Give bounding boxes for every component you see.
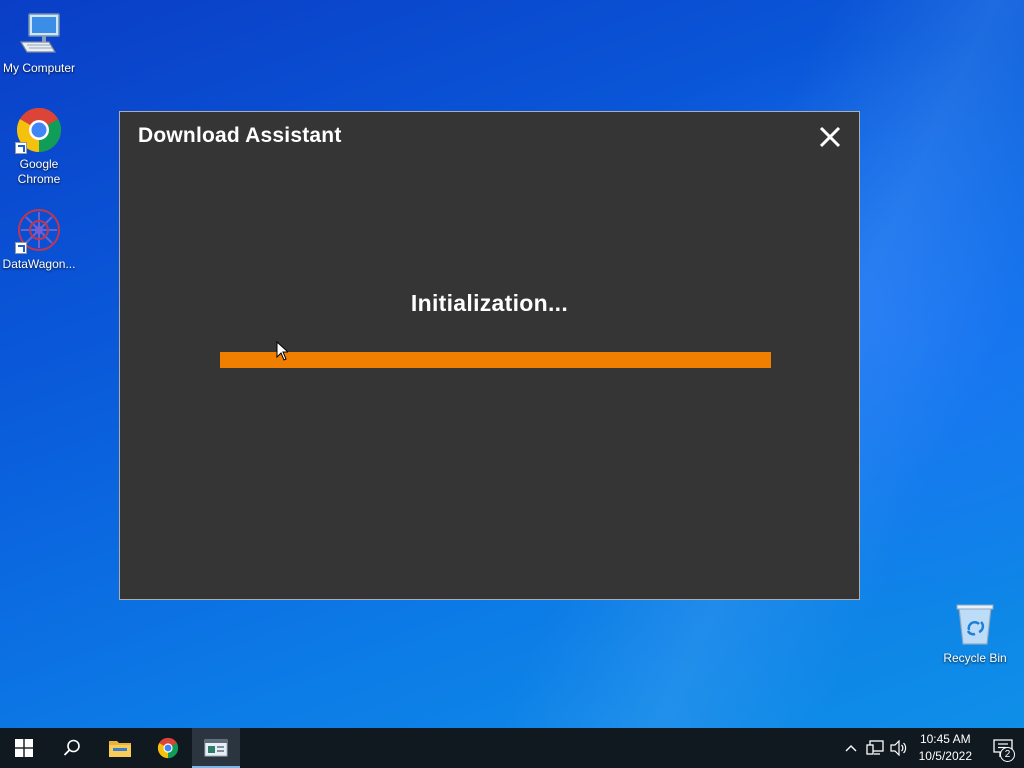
clock-time: 10:45 AM	[919, 732, 971, 746]
desktop-icon-label: DataWagon...	[2, 257, 76, 271]
desktop-icon-datawagon[interactable]: DataWagon...	[0, 206, 78, 272]
desktop-icon-recycle-bin[interactable]: Recycle Bin	[936, 600, 1014, 666]
datawagon-icon	[15, 206, 63, 254]
chrome-icon	[157, 737, 179, 759]
desktop: My Computer Google Chrome DataWagon... R…	[0, 0, 1024, 728]
shortcut-arrow-icon	[15, 142, 27, 154]
chevron-up-icon	[845, 745, 857, 752]
clock-date: 10/5/2022	[918, 749, 972, 763]
close-icon	[819, 126, 841, 148]
system-tray: 10:45 AM 10/5/2022 2	[839, 728, 1024, 768]
network-icon	[865, 740, 884, 755]
volume-button[interactable]	[887, 728, 911, 768]
volume-icon	[890, 740, 906, 756]
search-button[interactable]	[48, 728, 96, 768]
download-assistant-window: Download Assistant Initialization...	[119, 111, 860, 600]
download-assistant-app-icon	[204, 739, 228, 757]
close-button[interactable]	[817, 124, 843, 150]
network-button[interactable]	[863, 728, 887, 768]
search-icon	[63, 739, 80, 756]
windows-start-icon	[15, 739, 33, 757]
start-button[interactable]	[0, 728, 48, 768]
action-center-button[interactable]: 2	[982, 728, 1024, 768]
computer-icon	[15, 10, 63, 58]
desktop-icon-label: My Computer	[2, 61, 76, 75]
window-title: Download Assistant	[138, 124, 342, 147]
notification-count-badge: 2	[1000, 747, 1015, 762]
desktop-icon-google-chrome[interactable]: Google Chrome	[0, 106, 78, 187]
show-hidden-icons-button[interactable]	[839, 728, 863, 768]
desktop-icon-my-computer[interactable]: My Computer	[0, 10, 78, 76]
recycle-bin-icon	[951, 600, 999, 648]
clock[interactable]: 10:45 AM 10/5/2022	[911, 731, 982, 765]
taskbar-chrome[interactable]	[144, 728, 192, 768]
progress-bar-fill	[220, 352, 771, 368]
taskbar: 10:45 AM 10/5/2022 2	[0, 728, 1024, 768]
progress-bar	[220, 352, 771, 368]
file-explorer-icon	[109, 741, 131, 757]
shortcut-arrow-icon	[15, 242, 27, 254]
taskbar-download-assistant[interactable]	[192, 728, 240, 768]
status-text: Initialization...	[410, 290, 569, 316]
desktop-icon-label: Recycle Bin	[943, 651, 1007, 665]
chrome-icon	[15, 106, 63, 154]
desktop-icon-label: Google Chrome	[17, 157, 61, 186]
taskbar-file-explorer[interactable]	[96, 728, 144, 768]
